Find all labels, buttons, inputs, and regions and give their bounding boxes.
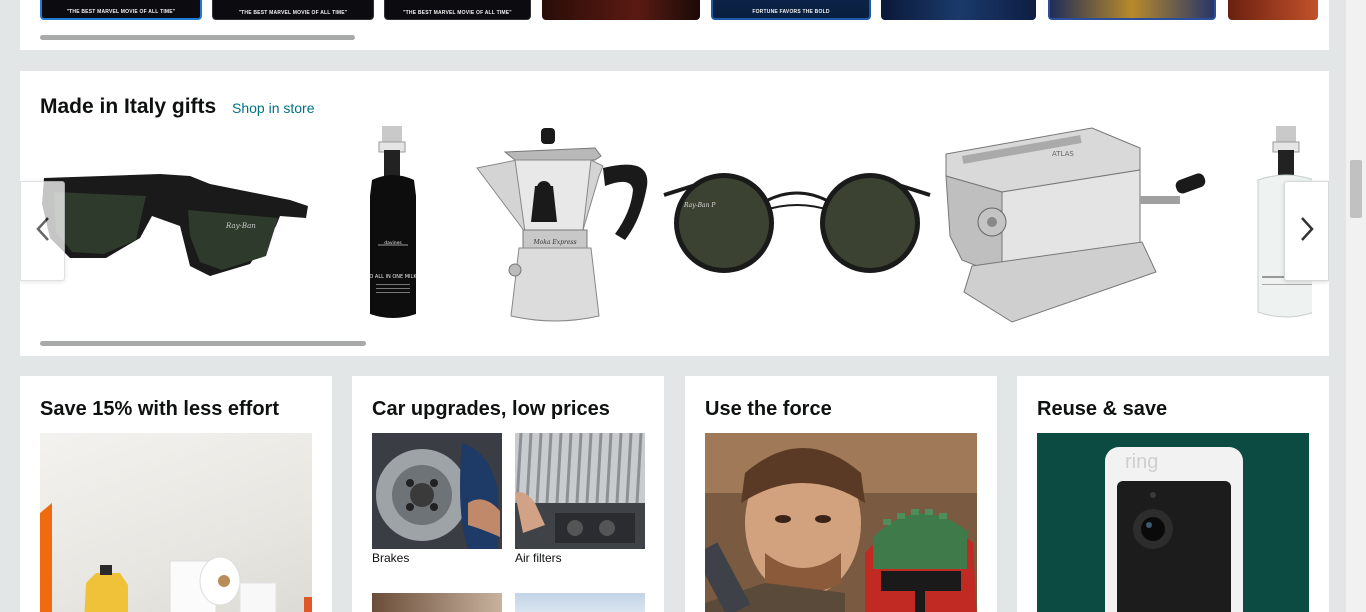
carousel-item[interactable]: "THE BEST MARVEL MOVIE OF ALL TIME" [40, 0, 202, 20]
car-tile-image[interactable] [372, 593, 502, 612]
movie-caption: "THE BEST MARVEL MOVIE OF ALL TIME" [403, 10, 512, 16]
svg-text:Ray-Ban: Ray-Ban [225, 222, 256, 230]
card-title: Use the force [705, 398, 832, 420]
carousel-item[interactable] [1048, 0, 1216, 20]
carousel-item[interactable]: "THE BEST MARVEL MOVIE OF ALL TIME" [212, 0, 374, 20]
movie-caption: FORTUNE FAVORS THE BOLD [752, 9, 830, 15]
section-title: Made in Italy gifts [40, 95, 217, 118]
ring-camera-image[interactable]: ring [1037, 433, 1309, 612]
air-filters-label[interactable]: Air filters [515, 551, 562, 565]
card-title: Car upgrades, low prices [372, 398, 610, 420]
page-scrollbar[interactable] [1346, 0, 1366, 612]
carousel-item[interactable] [1228, 0, 1318, 20]
sunglasses-wayfarer-image[interactable]: Ray-Ban [40, 166, 310, 286]
round-sunglasses-image[interactable]: Ray-Ban P [662, 171, 932, 281]
svg-text:Moka Express: Moka Express [532, 239, 576, 246]
reuse-and-save-card: Reuse & save ring [1017, 376, 1329, 612]
hair-milk-bottle-image[interactable]: davines O ALL IN ONE MILK [358, 126, 428, 326]
chevron-left-icon [35, 216, 51, 247]
top-carousel-card: "THE BEST MARVEL MOVIE OF ALL TIME" "THE… [20, 0, 1329, 50]
moka-pot-image[interactable]: Moka Express [475, 126, 653, 326]
pasta-machine-image[interactable]: ATLAS [942, 126, 1207, 326]
card-title: Reuse & save [1037, 398, 1168, 420]
carousel-next-button[interactable] [1284, 181, 1329, 281]
bottle-label: O ALL IN ONE MILK [369, 274, 417, 280]
movie-caption: "THE BEST MARVEL MOVIE OF ALL TIME" [238, 10, 348, 16]
brakes-tile-image[interactable] [372, 433, 502, 549]
air-filters-tile-image[interactable] [515, 433, 645, 549]
made-in-italy-card: Made in Italy gifts Shop in store Ray-Ba… [20, 71, 1329, 356]
svg-text:ATLAS: ATLAS [1052, 150, 1074, 158]
save-15-card: Save 15% with less effort [20, 376, 332, 612]
carousel-scrollbar[interactable] [40, 341, 366, 346]
carousel-item[interactable]: "THE BEST MARVEL MOVIE OF ALL TIME" [384, 0, 531, 20]
carousel-item[interactable] [542, 0, 700, 20]
use-the-force-card: Use the force [685, 376, 997, 612]
carousel-item[interactable]: FORTUNE FAVORS THE BOLD [711, 0, 871, 20]
carousel-prev-button[interactable] [20, 181, 65, 281]
car-upgrades-card: Car upgrades, low prices Brakes Air filt… [352, 376, 664, 612]
svg-text:davines: davines [384, 240, 402, 246]
household-products-image[interactable] [40, 433, 312, 612]
ring-brand-logo: ring [1125, 451, 1159, 473]
page-scrollbar-thumb[interactable] [1350, 160, 1362, 218]
carousel-item[interactable] [881, 0, 1036, 20]
brakes-label[interactable]: Brakes [372, 551, 409, 565]
carousel-scrollbar[interactable] [40, 35, 355, 40]
shop-in-store-link[interactable]: Shop in store [232, 100, 315, 116]
card-title: Save 15% with less effort [40, 398, 279, 420]
chevron-right-icon [1299, 216, 1315, 247]
movie-caption: "THE BEST MARVEL MOVIE OF ALL TIME" [66, 9, 176, 15]
car-tile-image[interactable] [515, 593, 645, 612]
lego-helmet-image[interactable] [705, 433, 977, 612]
svg-text:Ray-Ban P: Ray-Ban P [683, 202, 716, 209]
